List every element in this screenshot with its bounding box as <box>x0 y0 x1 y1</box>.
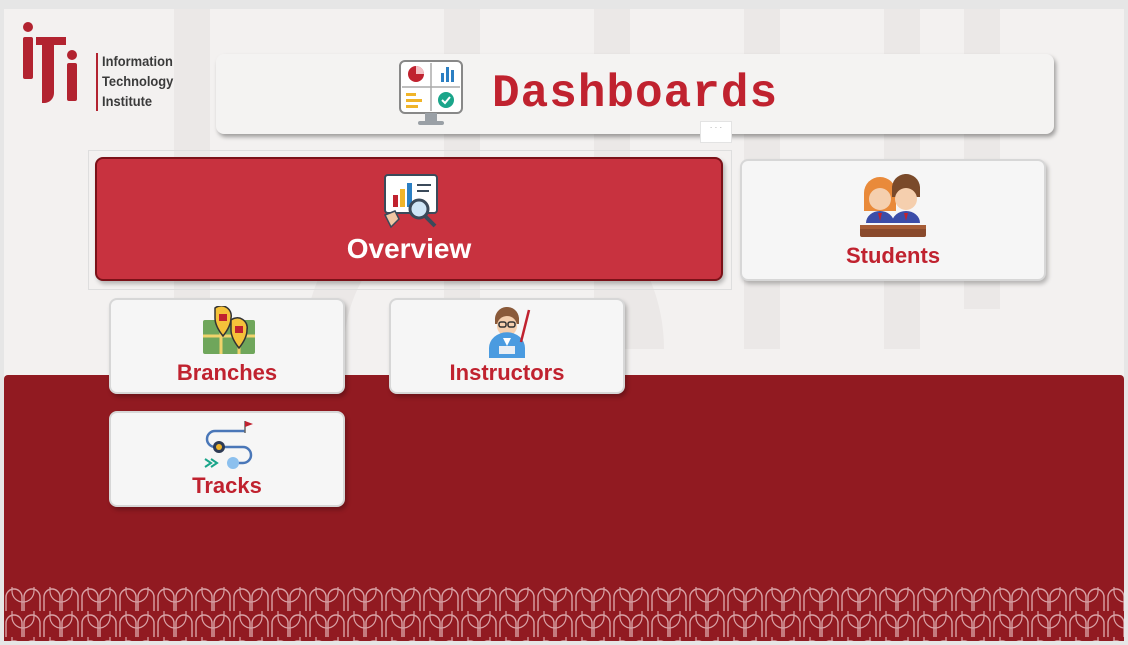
dashboard-canvas: Information Technology Institute Dashboa… <box>4 9 1124 641</box>
logo-wordmark: Information Technology Institute <box>102 51 180 111</box>
branches-button[interactable]: Branches <box>109 298 345 394</box>
tracks-button[interactable]: Tracks <box>109 411 345 507</box>
branches-map-icon <box>203 306 255 354</box>
overview-button[interactable]: Overview <box>95 157 723 281</box>
dashboard-monitor-icon <box>399 60 463 125</box>
students-button[interactable]: Students <box>740 159 1046 281</box>
students-icon <box>860 173 926 237</box>
tracks-roadmap-icon <box>204 421 253 469</box>
students-label: Students <box>845 243 941 268</box>
logo-line-3: Institute <box>102 93 153 109</box>
instructor-icon <box>489 306 531 358</box>
page-header: Dashboards <box>216 54 1054 134</box>
page-tab-marker[interactable]: · · · <box>700 121 732 143</box>
analytics-magnifier-icon <box>383 174 438 229</box>
decorative-pattern <box>4 587 1124 641</box>
logo-line-1: Information <box>102 53 173 69</box>
iti-logo: Information Technology Institute <box>20 19 173 111</box>
instructors-button[interactable]: Instructors <box>389 298 625 394</box>
logo-line-2: Technology <box>102 73 174 89</box>
logo-divider <box>96 53 98 111</box>
tracks-label: Tracks <box>192 473 262 498</box>
branches-label: Branches <box>176 360 278 385</box>
instructors-label: Instructors <box>449 360 565 385</box>
iti-logo-mark <box>23 22 77 103</box>
overview-label: Overview <box>346 233 472 264</box>
page-title: Dashboards <box>492 68 779 120</box>
